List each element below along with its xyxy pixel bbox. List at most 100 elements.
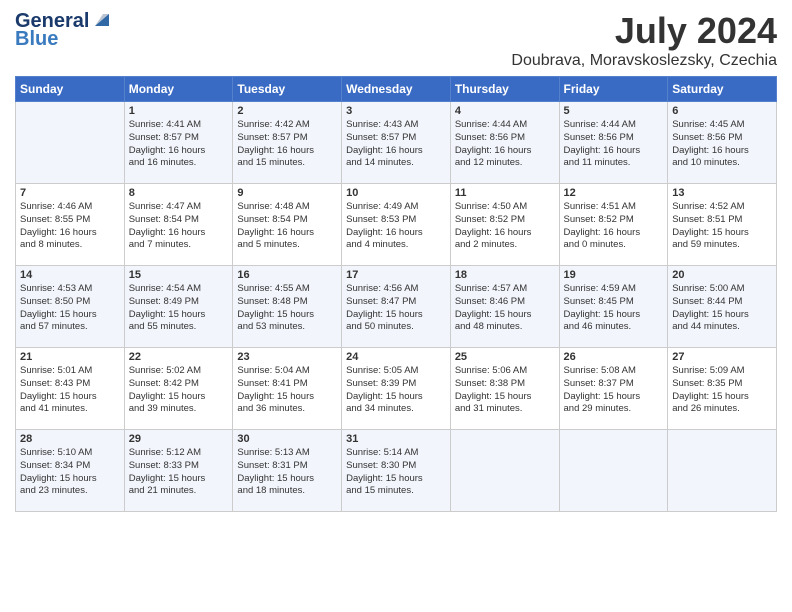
day-number: 17 bbox=[346, 269, 446, 281]
day-info: Sunrise: 4:50 AM Sunset: 8:52 PM Dayligh… bbox=[455, 201, 555, 252]
day-number: 6 bbox=[672, 105, 772, 117]
calendar-cell: 22 Sunrise: 5:02 AM Sunset: 8:42 PM Dayli… bbox=[124, 348, 233, 430]
day-number: 1 bbox=[129, 105, 229, 117]
day-number: 9 bbox=[237, 187, 337, 199]
header-tuesday: Tuesday bbox=[233, 77, 342, 102]
location-title: Doubrava, Moravskoslezsky, Czechia bbox=[511, 52, 777, 70]
day-info: Sunrise: 4:44 AM Sunset: 8:56 PM Dayligh… bbox=[564, 119, 664, 170]
header-saturday: Saturday bbox=[668, 77, 777, 102]
day-info: Sunrise: 4:48 AM Sunset: 8:54 PM Dayligh… bbox=[237, 201, 337, 252]
calendar-cell: 18 Sunrise: 4:57 AM Sunset: 8:46 PM Dayli… bbox=[450, 266, 559, 348]
day-number: 3 bbox=[346, 105, 446, 117]
day-number: 18 bbox=[455, 269, 555, 281]
day-number: 23 bbox=[237, 351, 337, 363]
day-number: 22 bbox=[129, 351, 229, 363]
calendar-cell: 12 Sunrise: 4:51 AM Sunset: 8:52 PM Dayli… bbox=[559, 184, 668, 266]
day-number: 12 bbox=[564, 187, 664, 199]
calendar-body: 1 Sunrise: 4:41 AM Sunset: 8:57 PM Daylig… bbox=[16, 102, 777, 512]
calendar-cell: 30Sunrise: 5:13 AM Sunset: 8:31 PM Dayli… bbox=[233, 430, 342, 512]
header: General Blue July 2024 Doubrava, Moravsk… bbox=[15, 10, 777, 70]
day-info: Sunrise: 5:00 AM Sunset: 8:44 PM Dayligh… bbox=[672, 283, 772, 334]
logo: General Blue bbox=[15, 10, 113, 50]
day-number: 29 bbox=[129, 433, 229, 445]
calendar-cell: 17 Sunrise: 4:56 AM Sunset: 8:47 PM Dayli… bbox=[342, 266, 451, 348]
day-info: Sunrise: 5:02 AM Sunset: 8:42 PM Dayligh… bbox=[129, 365, 229, 416]
calendar-cell: 1 Sunrise: 4:41 AM Sunset: 8:57 PM Daylig… bbox=[124, 102, 233, 184]
day-number: 28 bbox=[20, 433, 120, 445]
day-info: Sunrise: 4:41 AM Sunset: 8:57 PM Dayligh… bbox=[129, 119, 229, 170]
day-number: 4 bbox=[455, 105, 555, 117]
day-info: Sunrise: 4:59 AM Sunset: 8:45 PM Dayligh… bbox=[564, 283, 664, 334]
day-info: Sunrise: 4:43 AM Sunset: 8:57 PM Dayligh… bbox=[346, 119, 446, 170]
calendar-cell: 25 Sunrise: 5:06 AM Sunset: 8:38 PM Dayli… bbox=[450, 348, 559, 430]
day-info: Sunrise: 5:10 AM Sunset: 8:34 PM Dayligh… bbox=[20, 447, 120, 498]
header-monday: Monday bbox=[124, 77, 233, 102]
day-info: Sunrise: 5:06 AM Sunset: 8:38 PM Dayligh… bbox=[455, 365, 555, 416]
day-info: Sunrise: 4:44 AM Sunset: 8:56 PM Dayligh… bbox=[455, 119, 555, 170]
calendar-cell: 20 Sunrise: 5:00 AM Sunset: 8:44 PM Dayli… bbox=[668, 266, 777, 348]
day-number: 11 bbox=[455, 187, 555, 199]
calendar-cell: 9 Sunrise: 4:48 AM Sunset: 8:54 PM Daylig… bbox=[233, 184, 342, 266]
day-info: Sunrise: 4:46 AM Sunset: 8:55 PM Dayligh… bbox=[20, 201, 120, 252]
calendar-cell: 6 Sunrise: 4:45 AM Sunset: 8:56 PM Daylig… bbox=[668, 102, 777, 184]
calendar-cell: 29Sunrise: 5:12 AM Sunset: 8:33 PM Dayli… bbox=[124, 430, 233, 512]
day-info: Sunrise: 4:56 AM Sunset: 8:47 PM Dayligh… bbox=[346, 283, 446, 334]
day-info: Sunrise: 4:55 AM Sunset: 8:48 PM Dayligh… bbox=[237, 283, 337, 334]
calendar-table: Sunday Monday Tuesday Wednesday Thursday… bbox=[15, 76, 777, 512]
day-number: 19 bbox=[564, 269, 664, 281]
calendar-cell: 24 Sunrise: 5:05 AM Sunset: 8:39 PM Dayli… bbox=[342, 348, 451, 430]
calendar-cell: 8Sunrise: 4:47 AM Sunset: 8:54 PM Daylig… bbox=[124, 184, 233, 266]
day-info: Sunrise: 5:13 AM Sunset: 8:31 PM Dayligh… bbox=[237, 447, 337, 498]
day-number: 20 bbox=[672, 269, 772, 281]
calendar-week-row: 7 Sunrise: 4:46 AM Sunset: 8:55 PM Daylig… bbox=[16, 184, 777, 266]
title-section: July 2024 Doubrava, Moravskoslezsky, Cze… bbox=[511, 10, 777, 70]
day-number: 24 bbox=[346, 351, 446, 363]
calendar-cell: 26Sunrise: 5:08 AM Sunset: 8:37 PM Dayli… bbox=[559, 348, 668, 430]
calendar-cell: 19 Sunrise: 4:59 AM Sunset: 8:45 PM Dayli… bbox=[559, 266, 668, 348]
day-number: 25 bbox=[455, 351, 555, 363]
day-number: 5 bbox=[564, 105, 664, 117]
day-number: 31 bbox=[346, 433, 446, 445]
calendar-week-row: 28 Sunrise: 5:10 AM Sunset: 8:34 PM Dayli… bbox=[16, 430, 777, 512]
calendar-cell: 7 Sunrise: 4:46 AM Sunset: 8:55 PM Daylig… bbox=[16, 184, 125, 266]
calendar-cell: 2 Sunrise: 4:42 AM Sunset: 8:57 PM Daylig… bbox=[233, 102, 342, 184]
day-info: Sunrise: 4:45 AM Sunset: 8:56 PM Dayligh… bbox=[672, 119, 772, 170]
calendar-cell: 13 Sunrise: 4:52 AM Sunset: 8:51 PM Dayli… bbox=[668, 184, 777, 266]
day-info: Sunrise: 4:53 AM Sunset: 8:50 PM Dayligh… bbox=[20, 283, 120, 334]
day-info: Sunrise: 4:52 AM Sunset: 8:51 PM Dayligh… bbox=[672, 201, 772, 252]
calendar-cell: 10Sunrise: 4:49 AM Sunset: 8:53 PM Dayli… bbox=[342, 184, 451, 266]
day-number: 7 bbox=[20, 187, 120, 199]
calendar-week-row: 21Sunrise: 5:01 AM Sunset: 8:43 PM Dayli… bbox=[16, 348, 777, 430]
day-info: Sunrise: 4:49 AM Sunset: 8:53 PM Dayligh… bbox=[346, 201, 446, 252]
header-thursday: Thursday bbox=[450, 77, 559, 102]
header-friday: Friday bbox=[559, 77, 668, 102]
header-wednesday: Wednesday bbox=[342, 77, 451, 102]
day-number: 2 bbox=[237, 105, 337, 117]
day-number: 16 bbox=[237, 269, 337, 281]
calendar-cell: 4 Sunrise: 4:44 AM Sunset: 8:56 PM Daylig… bbox=[450, 102, 559, 184]
month-title: July 2024 bbox=[511, 10, 777, 52]
day-number: 8 bbox=[129, 187, 229, 199]
calendar-cell bbox=[450, 430, 559, 512]
calendar-week-row: 1 Sunrise: 4:41 AM Sunset: 8:57 PM Daylig… bbox=[16, 102, 777, 184]
day-info: Sunrise: 5:01 AM Sunset: 8:43 PM Dayligh… bbox=[20, 365, 120, 416]
calendar-cell: 23Sunrise: 5:04 AM Sunset: 8:41 PM Dayli… bbox=[233, 348, 342, 430]
calendar-cell: 3 Sunrise: 4:43 AM Sunset: 8:57 PM Daylig… bbox=[342, 102, 451, 184]
day-number: 26 bbox=[564, 351, 664, 363]
day-info: Sunrise: 4:42 AM Sunset: 8:57 PM Dayligh… bbox=[237, 119, 337, 170]
calendar-cell: 27Sunrise: 5:09 AM Sunset: 8:35 PM Dayli… bbox=[668, 348, 777, 430]
calendar-cell: 15Sunrise: 4:54 AM Sunset: 8:49 PM Dayli… bbox=[124, 266, 233, 348]
page-container: General Blue July 2024 Doubrava, Moravsk… bbox=[0, 0, 792, 522]
calendar-cell bbox=[16, 102, 125, 184]
day-number: 13 bbox=[672, 187, 772, 199]
calendar-cell: 28 Sunrise: 5:10 AM Sunset: 8:34 PM Dayli… bbox=[16, 430, 125, 512]
calendar-cell: 16 Sunrise: 4:55 AM Sunset: 8:48 PM Dayli… bbox=[233, 266, 342, 348]
calendar-cell: 5 Sunrise: 4:44 AM Sunset: 8:56 PM Daylig… bbox=[559, 102, 668, 184]
day-info: Sunrise: 5:09 AM Sunset: 8:35 PM Dayligh… bbox=[672, 365, 772, 416]
day-info: Sunrise: 5:05 AM Sunset: 8:39 PM Dayligh… bbox=[346, 365, 446, 416]
calendar-cell: 21Sunrise: 5:01 AM Sunset: 8:43 PM Dayli… bbox=[16, 348, 125, 430]
day-info: Sunrise: 4:51 AM Sunset: 8:52 PM Dayligh… bbox=[564, 201, 664, 252]
logo-icon bbox=[91, 8, 113, 30]
day-info: Sunrise: 4:57 AM Sunset: 8:46 PM Dayligh… bbox=[455, 283, 555, 334]
calendar-cell: 11 Sunrise: 4:50 AM Sunset: 8:52 PM Dayli… bbox=[450, 184, 559, 266]
